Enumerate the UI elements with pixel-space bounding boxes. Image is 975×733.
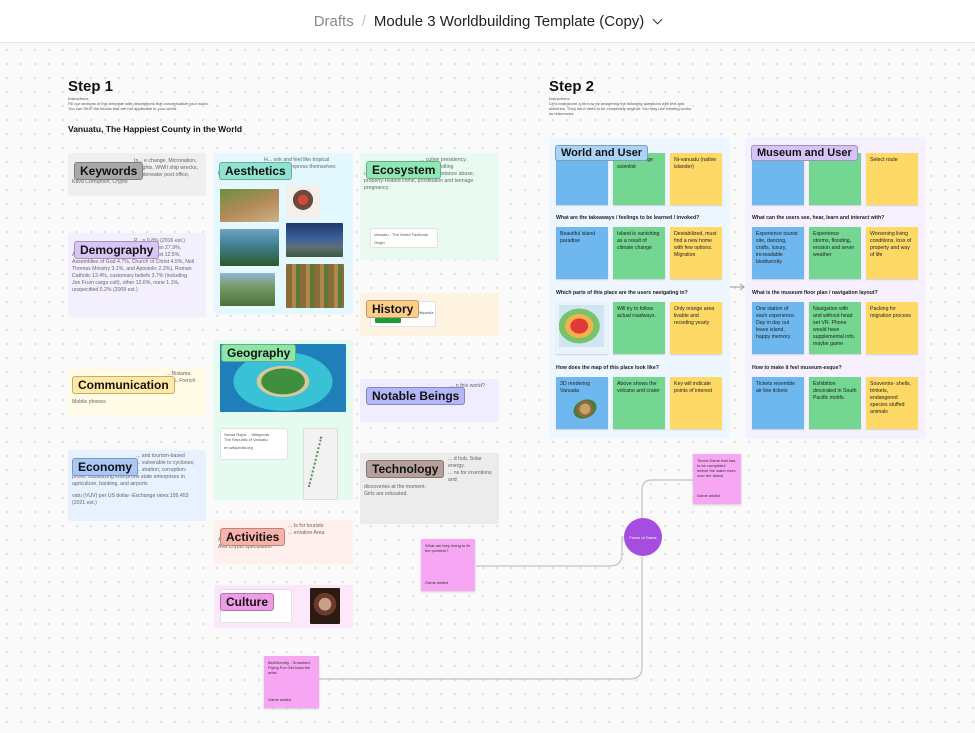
timed-game-sticky[interactable]: Timed Game that has to be completed befo… bbox=[693, 454, 741, 504]
chevron-down-icon[interactable] bbox=[652, 14, 663, 24]
breadcrumb-separator: / bbox=[361, 12, 366, 30]
timed-game-footer: Game added bbox=[697, 493, 721, 498]
fix-problem-text: What are they doing to fix the problem? bbox=[425, 543, 471, 553]
fix-problem-sticky[interactable]: What are they doing to fix the problem? … bbox=[421, 539, 475, 591]
breadcrumb-drafts[interactable]: Drafts bbox=[314, 13, 354, 30]
focus-of-game-node[interactable]: Focus of Game bbox=[624, 518, 662, 556]
fix-problem-footer: Game added bbox=[425, 580, 449, 585]
biodiversity-text: BioDiversity - Smashed. Flying Fox Get b… bbox=[268, 660, 311, 675]
connector-lines bbox=[319, 479, 693, 680]
whiteboard-canvas[interactable]: Step 1 Instructions Fill our sections of… bbox=[0, 43, 975, 733]
biodiversity-footer: Game added bbox=[268, 697, 292, 702]
document-title[interactable]: Module 3 Worldbuilding Template (Copy) bbox=[374, 13, 644, 30]
biodiversity-sticky[interactable]: BioDiversity - Smashed. Flying Fox Get b… bbox=[264, 656, 319, 708]
top-bar: Drafts / Module 3 Worldbuilding Template… bbox=[0, 0, 975, 43]
timed-game-text: Timed Game that has to be completed befo… bbox=[697, 458, 736, 478]
